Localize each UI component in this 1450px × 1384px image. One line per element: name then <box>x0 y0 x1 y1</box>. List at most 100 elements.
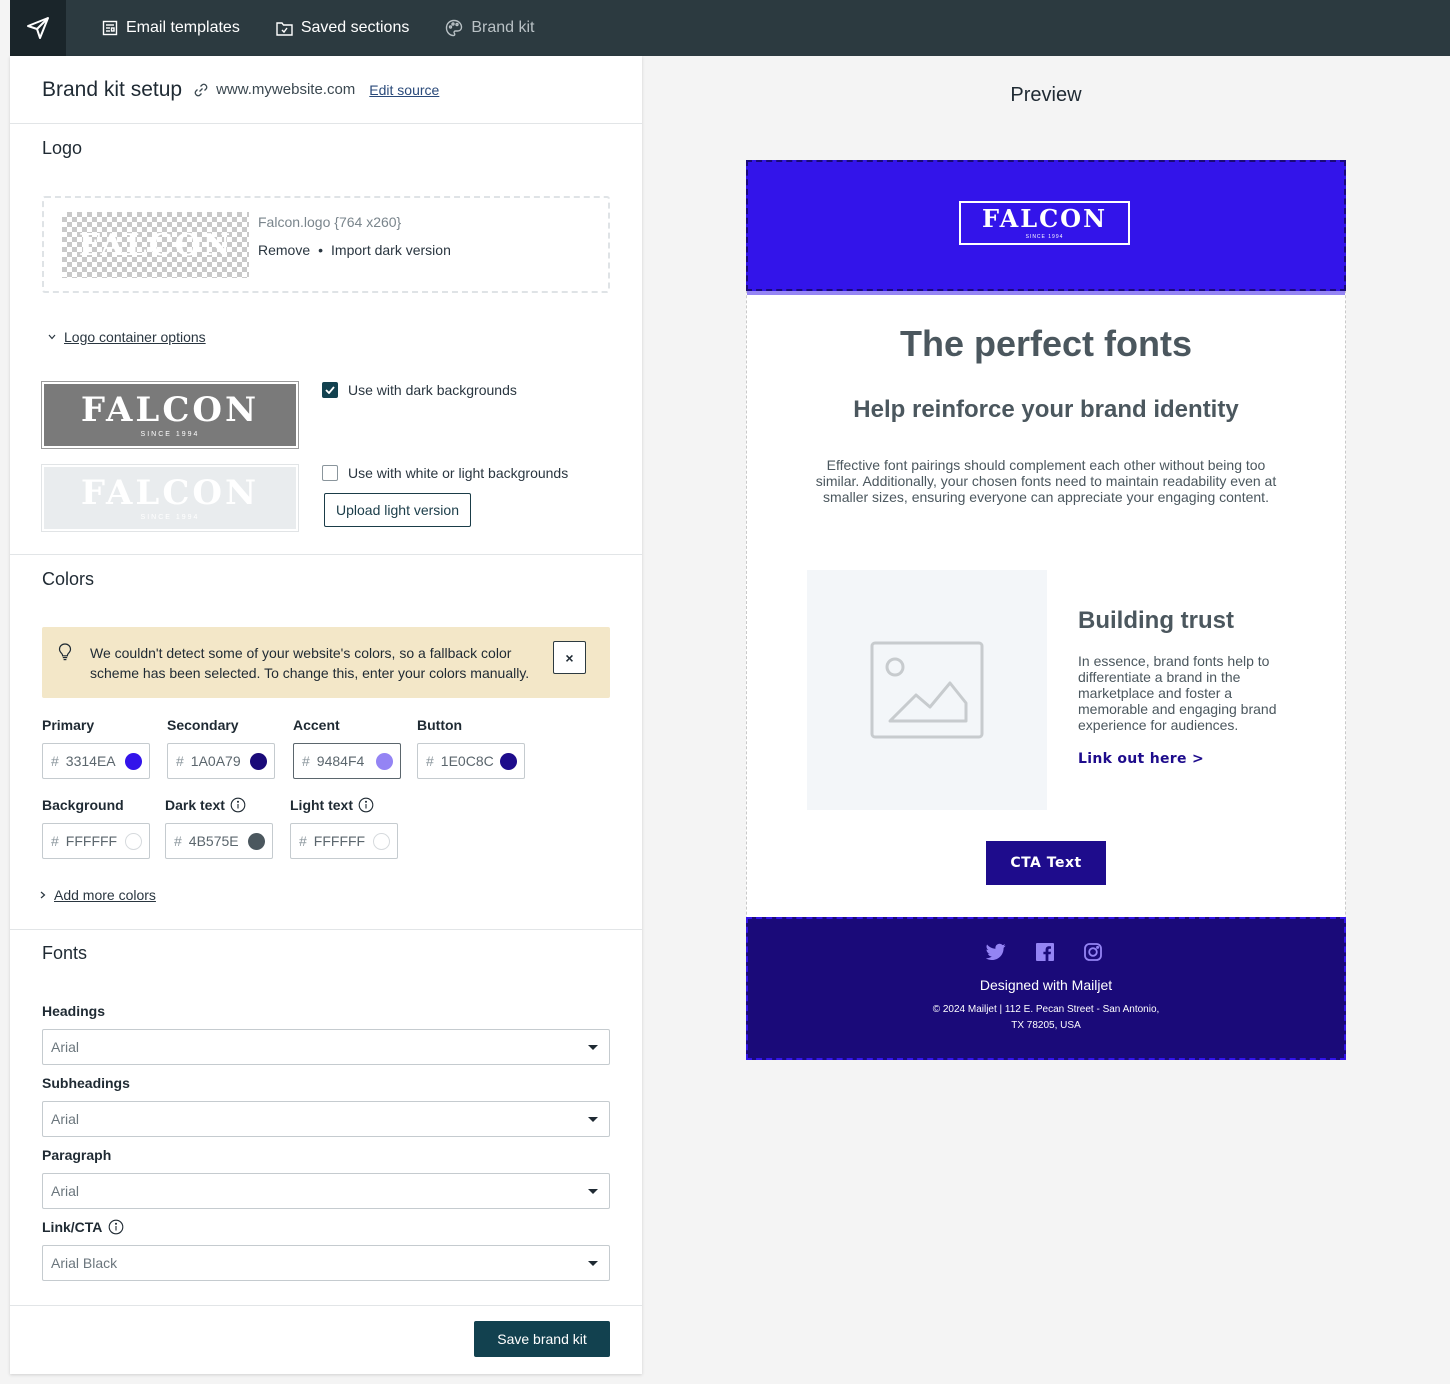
link-cta-label-text: Link/CTA <box>42 1219 103 1235</box>
paragraph-font-select[interactable]: Arial <box>42 1173 610 1209</box>
logo-light-variant: FALCON SINCE 1994 <box>41 464 299 532</box>
headings-font-select[interactable]: Arial <box>42 1029 610 1065</box>
logo-container-options-toggle[interactable]: Logo container options <box>48 329 206 345</box>
block-link[interactable]: Link out here > <box>1078 751 1204 767</box>
hash-prefix: # <box>174 833 182 849</box>
logo-thumbnail-text: FALCON <box>78 227 233 263</box>
color-value: FFFFFF <box>313 833 366 849</box>
chevron-down-icon <box>48 334 56 340</box>
color-swatch[interactable] <box>125 752 142 770</box>
info-icon[interactable] <box>358 797 374 813</box>
light-background-label: Use with white or light backgrounds <box>348 465 569 481</box>
folder-icon <box>276 21 293 36</box>
preview-title: Preview <box>1010 84 1082 106</box>
fallback-colors-alert: We couldn't detect some of your website'… <box>42 627 610 698</box>
accent-color-input[interactable]: # 9484F4 <box>293 743 401 779</box>
facebook-icon[interactable] <box>1036 943 1054 961</box>
dark-background-option[interactable]: Use with dark backgrounds <box>322 382 517 398</box>
hash-prefix: # <box>299 833 307 849</box>
subheadings-font-select[interactable]: Arial <box>42 1101 610 1137</box>
color-swatch[interactable] <box>250 752 267 770</box>
color-swatch[interactable] <box>373 832 390 850</box>
color-swatch[interactable] <box>376 752 393 770</box>
dark-background-checkbox[interactable] <box>322 382 338 398</box>
subheadings-font-label: Subheadings <box>42 1075 130 1091</box>
dark-text-color-input[interactable]: # 4B575E <box>165 823 273 859</box>
colors-section-title: Colors <box>42 569 95 589</box>
hash-prefix: # <box>302 753 310 769</box>
template-icon <box>102 20 118 36</box>
save-brand-kit-button[interactable]: Save brand kit <box>474 1321 610 1357</box>
upload-light-version-button[interactable]: Upload light version <box>324 493 471 527</box>
import-dark-version-link[interactable]: Import dark version <box>331 242 451 258</box>
remove-logo-link[interactable]: Remove <box>258 242 310 258</box>
image-icon <box>870 641 984 739</box>
nav-brand-kit[interactable]: Brand kit <box>445 19 534 37</box>
color-swatch[interactable] <box>125 832 142 850</box>
fonts-section-title: Fonts <box>42 943 88 963</box>
dark-text-label-text: Dark text <box>165 797 225 813</box>
light-text-label-text: Light text <box>290 797 353 813</box>
color-swatch[interactable] <box>248 832 265 850</box>
website-url: www.mywebsite.com <box>216 81 356 98</box>
select-value: Arial <box>51 1039 80 1055</box>
logo-upload-box[interactable]: FALCON Falcon.logo {764 x260} Remove • I… <box>42 196 610 293</box>
info-icon[interactable] <box>230 797 246 813</box>
hash-prefix: # <box>51 753 59 769</box>
logo-file-name: Falcon.logo {764 x260} <box>258 214 402 230</box>
palette-icon <box>446 19 463 37</box>
separator: • <box>318 242 324 258</box>
color-value: 1A0A79 <box>190 753 241 769</box>
address-line-2: TX 78205, USA <box>1011 1020 1081 1031</box>
edit-source-link[interactable]: Edit source <box>369 82 439 98</box>
close-alert-button[interactable]: × <box>553 641 586 674</box>
logo-actions: Remove • Import dark version <box>258 242 451 258</box>
link-icon <box>194 83 208 96</box>
background-color-input[interactable]: # FFFFFF <box>42 823 150 859</box>
logo-container-options-label: Logo container options <box>64 329 206 345</box>
footer-address: © 2024 Mailjet | 112 E. Pecan Street - S… <box>916 1002 1176 1034</box>
info-icon[interactable] <box>108 1219 124 1235</box>
color-swatch[interactable] <box>500 752 517 770</box>
primary-color-input[interactable]: # 3314EA <box>42 743 150 779</box>
paragraph-font-label: Paragraph <box>42 1147 112 1163</box>
secondary-color-input[interactable]: # 1A0A79 <box>167 743 275 779</box>
dark-background-label: Use with dark backgrounds <box>348 382 517 398</box>
logo-thumbnail: FALCON <box>62 212 249 278</box>
hash-prefix: # <box>426 753 434 769</box>
color-value: 1E0C8C <box>440 753 494 769</box>
logo-variant-since: SINCE 1994 <box>140 513 200 521</box>
logo-dark-variant: FALCON SINCE 1994 <box>41 381 299 449</box>
section-divider <box>10 554 642 555</box>
address-line-1: © 2024 Mailjet | 112 E. Pecan Street - S… <box>932 1004 1160 1015</box>
select-value: Arial <box>51 1111 80 1127</box>
instagram-icon[interactable] <box>1084 943 1102 961</box>
twitter-icon[interactable] <box>986 943 1006 961</box>
hash-prefix: # <box>51 833 59 849</box>
button-color-label: Button <box>417 717 463 733</box>
nav-saved-sections[interactable]: Saved sections <box>276 19 409 37</box>
close-icon: × <box>565 649 574 666</box>
add-more-colors-toggle[interactable]: Add more colors <box>40 887 156 903</box>
accent-color-label: Accent <box>293 717 340 733</box>
caret-down-icon <box>588 1117 598 1122</box>
block-title: Building trust <box>1078 607 1234 634</box>
header-accent-line <box>747 291 1345 295</box>
link-cta-font-select[interactable]: Arial Black <box>42 1245 610 1281</box>
light-background-checkbox[interactable] <box>322 465 338 481</box>
logo-variant-since: SINCE 1994 <box>140 430 200 438</box>
light-background-option[interactable]: Use with white or light backgrounds <box>322 465 568 481</box>
light-text-color-input[interactable]: # FFFFFF <box>290 823 398 859</box>
nav-email-templates[interactable]: Email templates <box>102 19 240 37</box>
select-value: Arial <box>51 1183 80 1199</box>
email-header[interactable]: FALCON SINCE 1994 <box>746 160 1346 291</box>
email-paragraph: Effective font pairings should complemen… <box>815 457 1277 505</box>
panel-footer-divider <box>10 1305 642 1306</box>
email-footer[interactable]: Designed with Mailjet © 2024 Mailjet | 1… <box>746 917 1346 1060</box>
cta-button[interactable]: CTA Text <box>986 841 1106 885</box>
image-placeholder <box>807 570 1047 810</box>
paper-plane-icon <box>27 17 49 39</box>
app-logo[interactable] <box>10 0 66 56</box>
block-text: In essence, brand fonts help to differen… <box>1078 653 1277 733</box>
button-color-input[interactable]: # 1E0C8C <box>417 743 525 779</box>
